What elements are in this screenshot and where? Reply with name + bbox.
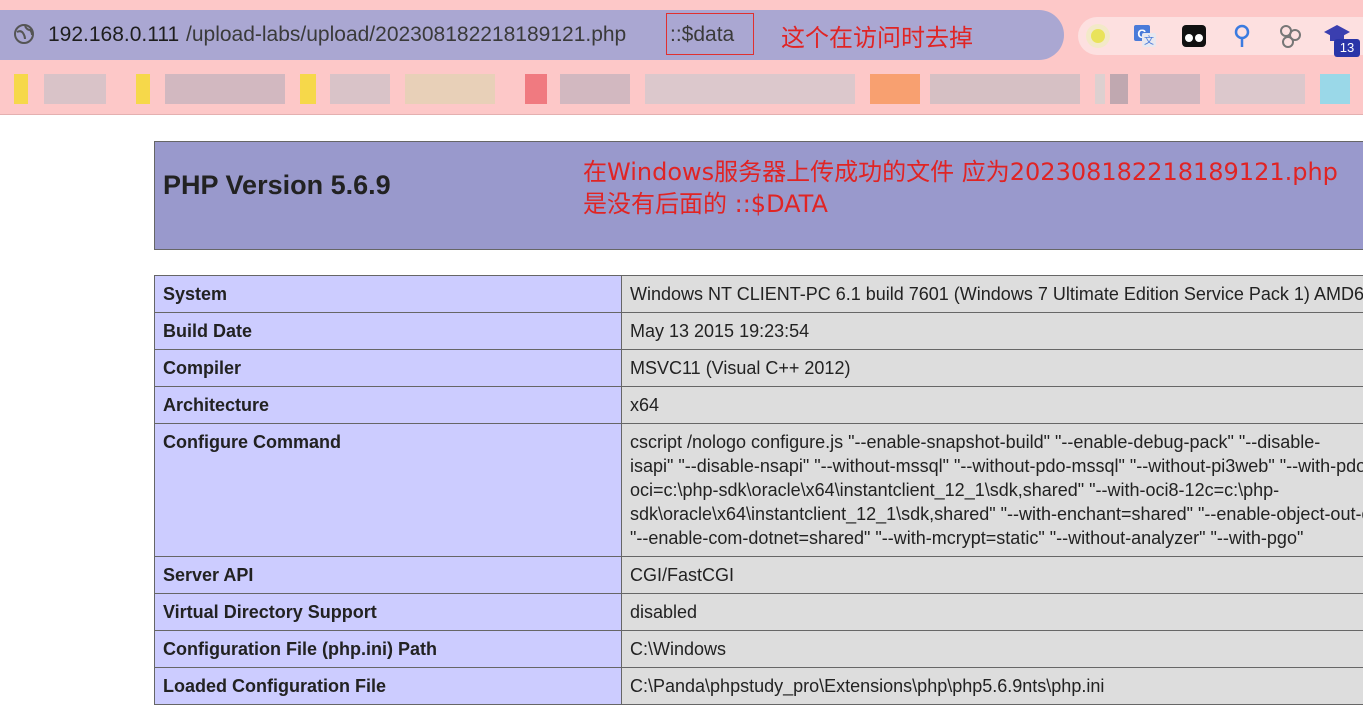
table-row: Build Date May 13 2015 19:23:54 — [155, 313, 1363, 350]
row-value: x64 — [622, 387, 1363, 424]
bookmark-item[interactable] — [330, 74, 390, 104]
row-label: Server API — [155, 557, 622, 594]
bookmark-item[interactable] — [14, 74, 28, 104]
row-value-line: oci=c:\php-sdk\oracle\x64\instantclient_… — [630, 478, 1363, 502]
bookmark-item[interactable] — [645, 74, 855, 104]
php-info-table: System Windows NT CLIENT-PC 6.1 build 760… — [154, 275, 1363, 705]
url-annotation: 这个在访问时去掉 — [781, 22, 973, 54]
row-value-line: CGI/FastCGI — [630, 563, 1363, 587]
url-path[interactable]: /upload-labs/upload/202308182218189121.p… — [186, 22, 626, 48]
row-label: Build Date — [155, 313, 622, 350]
row-value-line: MSVC11 (Visual C++ 2012) — [630, 356, 1363, 380]
url-host[interactable]: 192.168.0.111 — [48, 22, 179, 48]
row-value: CGI/FastCGI — [622, 557, 1363, 594]
row-label: Architecture — [155, 387, 622, 424]
page-annotation-line-2: 是没有后面的 ::$DATA — [583, 189, 828, 219]
row-value-line: Windows NT CLIENT-PC 6.1 build 7601 (Win… — [630, 282, 1363, 306]
svg-text:文: 文 — [1144, 34, 1154, 47]
bookmark-item[interactable] — [1140, 74, 1200, 104]
row-value: May 13 2015 19:23:54 — [622, 313, 1363, 350]
row-label: Virtual Directory Support — [155, 594, 622, 631]
extensions-bar — [1078, 17, 1363, 55]
bookmark-item[interactable] — [525, 74, 547, 104]
table-row: Compiler MSVC11 (Visual C++ 2012) — [155, 350, 1363, 387]
bookmark-item[interactable] — [930, 74, 1080, 104]
row-value-line: isapi" "--disable-nsapi" "--without-mssq… — [630, 454, 1363, 478]
bookmark-item[interactable] — [44, 74, 106, 104]
row-label: Configure Command — [155, 424, 622, 557]
browser-toolbar: 192.168.0.111 /upload-labs/upload/202308… — [0, 0, 1363, 115]
row-value-line: "--enable-com-dotnet=shared" "--with-mcr… — [630, 526, 1363, 550]
table-row: Configure Command cscript /nologo configu… — [155, 424, 1363, 557]
extension-badge: 13 — [1334, 39, 1360, 57]
row-value: Windows NT CLIENT-PC 6.1 build 7601 (Win… — [622, 276, 1363, 313]
bookmark-item[interactable] — [870, 74, 920, 104]
row-value-line: x64 — [630, 393, 1363, 417]
url-suffix[interactable]: ::$data — [670, 22, 734, 48]
table-row: Server API CGI/FastCGI — [155, 557, 1363, 594]
table-row: Configuration File (php.ini) Path C:\Wind… — [155, 631, 1363, 668]
table-row: Virtual Directory Support disabled — [155, 594, 1363, 631]
connections-icon[interactable] — [1277, 23, 1303, 49]
row-label: Loaded Configuration File — [155, 668, 622, 705]
bookmark-item[interactable] — [136, 74, 150, 104]
bookmark-item[interactable] — [1095, 74, 1105, 104]
page-title: PHP Version 5.6.9 — [163, 168, 391, 202]
bookmark-item[interactable] — [1320, 74, 1350, 104]
bookmark-item[interactable] — [300, 74, 316, 104]
bookmark-item[interactable] — [1110, 74, 1128, 104]
row-value: disabled — [622, 594, 1363, 631]
page-annotation-line-1: 在Windows服务器上传成功的文件 应为202308182218189121.… — [583, 157, 1338, 187]
table-row: Architecture x64 — [155, 387, 1363, 424]
row-value-line: C:\Windows — [630, 637, 1363, 661]
bookmark-item[interactable] — [165, 74, 285, 104]
row-value: cscript /nologo configure.js "--enable-s… — [622, 424, 1363, 557]
row-value-line: C:\Panda\phpstudy_pro\Extensions\php\php… — [630, 674, 1363, 698]
table-row: Loaded Configuration File C:\Panda\phpstu… — [155, 668, 1363, 705]
site-info-icon[interactable] — [13, 23, 35, 45]
row-label: Configuration File (php.ini) Path — [155, 631, 622, 668]
bookmark-item[interactable] — [1215, 74, 1305, 104]
row-value: C:\Panda\phpstudy_pro\Extensions\php\php… — [622, 668, 1363, 705]
sun-extension-icon[interactable] — [1085, 23, 1111, 49]
pin-icon[interactable] — [1229, 23, 1255, 49]
row-value: MSVC11 (Visual C++ 2012) — [622, 350, 1363, 387]
glasses-extension-icon[interactable] — [1181, 23, 1207, 49]
row-value: C:\Windows — [622, 631, 1363, 668]
row-value-line: disabled — [630, 600, 1363, 624]
bookmark-item[interactable] — [405, 74, 495, 104]
row-label: System — [155, 276, 622, 313]
row-value-line: May 13 2015 19:23:54 — [630, 319, 1363, 343]
table-row: System Windows NT CLIENT-PC 6.1 build 760… — [155, 276, 1363, 313]
translate-icon[interactable]: G 文 — [1132, 23, 1158, 49]
row-value-line: cscript /nologo configure.js "--enable-s… — [630, 430, 1363, 454]
row-label: Compiler — [155, 350, 622, 387]
bookmark-item[interactable] — [560, 74, 630, 104]
row-value-line: sdk\oracle\x64\instantclient_12_1\sdk,sh… — [630, 502, 1363, 526]
